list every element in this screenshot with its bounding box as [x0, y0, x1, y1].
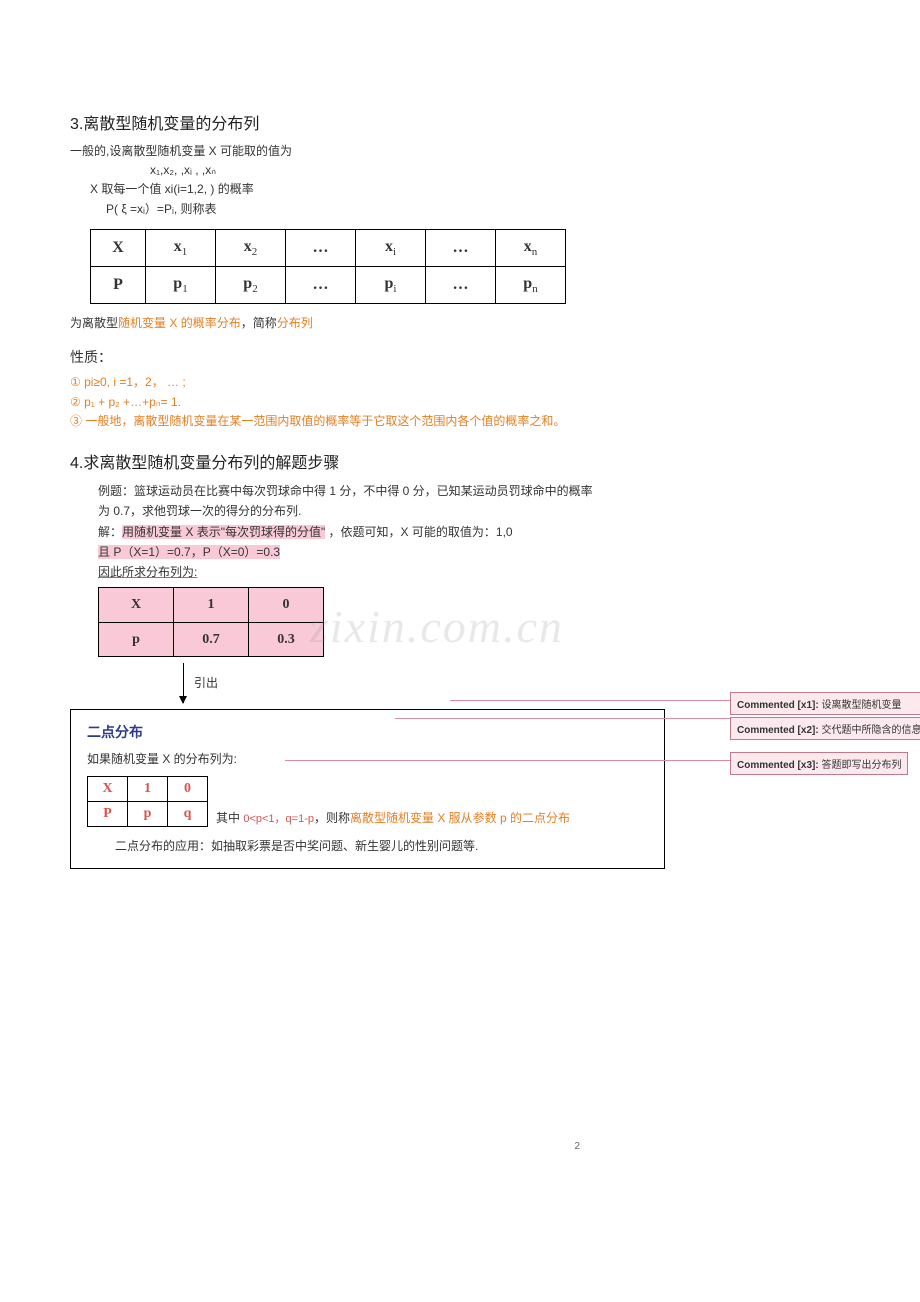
- box-title: 二点分布: [87, 722, 648, 742]
- solution-line2: 且 P（X=1）=0.7，P（X=0）=0.3: [98, 542, 680, 562]
- comment-stack: Commented [x3]: 答题即写出分布列: [730, 752, 908, 777]
- table-cell: p: [99, 622, 174, 657]
- properties-heading: 性质：: [70, 347, 680, 367]
- table-cell: 0: [168, 776, 208, 801]
- para-3d: 为离散型随机变量 X 的概率分布，简称分布列: [70, 314, 680, 333]
- comment-text: 交代题中所隐含的信息: [819, 725, 920, 736]
- two-point-box: 二点分布 如果随机变量 X 的分布列为: X 1 0 P p q: [70, 709, 665, 868]
- comment-lead-line: [450, 700, 730, 701]
- property-3: ③ 一般地，离散型随机变量在某一范围内取值的概率等于它取这个范围内各个值的概率之…: [70, 412, 680, 431]
- comment-lead-line: [285, 760, 730, 761]
- para-3a: 一般的,设离散型随机变量 X 可能取的值为: [70, 142, 680, 161]
- text-orange: 离散型随机变量 X 服从参数 p 的二点分布: [350, 811, 570, 825]
- box-p3: 二点分布的应用：如抽取彩票是否中奖问题、新生婴儿的性别问题等.: [87, 837, 648, 856]
- comment-3: Commented [x3]: 答题即写出分布列: [730, 752, 908, 775]
- table-cell: P: [91, 266, 146, 303]
- table-cell: …: [286, 229, 356, 266]
- para-3b: X 取每一个值 xi(i=1,2, ) 的概率: [70, 180, 680, 199]
- highlight-1: 用随机变量 X 表示"每次罚球得的分值": [122, 525, 325, 539]
- highlight-2: 且 P（X=1）=0.7，P（X=0）=0.3: [98, 545, 280, 559]
- arrow-label: 引出: [194, 673, 218, 693]
- table-cell: X: [99, 587, 174, 622]
- comment-text: 设离散型随机变量: [819, 700, 902, 711]
- heading-3: 3.离散型随机变量的分布列: [70, 110, 680, 134]
- comment-text: 答题即写出分布列: [819, 760, 902, 771]
- arrow-wrap: 引出: [183, 663, 680, 703]
- table-cell: …: [286, 266, 356, 303]
- example-line1: 例题：篮球运动员在比赛中每次罚球命中得 1 分，不中得 0 分，已知某运动员罚球…: [98, 481, 680, 501]
- text: ，则称: [314, 811, 350, 825]
- text: 其中: [216, 811, 243, 825]
- table-cell: X: [88, 776, 128, 801]
- table-cell: p: [128, 801, 168, 826]
- comment-1: Commented [x1]: 设离散型随机变量: [730, 692, 920, 715]
- comment-lead-line: [395, 718, 730, 719]
- comment-2: Commented [x2]: 交代题中所隐含的信息: [730, 717, 920, 740]
- text-orange: 随机变量 X 的概率分布: [118, 316, 241, 330]
- table-cell: 1: [128, 776, 168, 801]
- table-cell: P: [88, 801, 128, 826]
- example-block: 例题：篮球运动员在比赛中每次罚球命中得 1 分，不中得 0 分，已知某运动员罚球…: [70, 481, 680, 704]
- comment-label: Commented [x3]:: [737, 760, 819, 771]
- table-cell: …: [426, 229, 496, 266]
- comment-label: Commented [x2]:: [737, 725, 819, 736]
- table-cell: q: [168, 801, 208, 826]
- table-cell: p2: [216, 266, 286, 303]
- table-cell: 0.3: [249, 622, 324, 657]
- box-p2: 其中 0<p<1，q=1-p，则称离散型随机变量 X 服从参数 p 的二点分布: [216, 809, 570, 833]
- property-2: ② p₁ + p₂ +…+pₙ= 1.: [70, 393, 680, 412]
- para-3c: P( ξ =xᵢ）=Pᵢ, 则称表: [70, 200, 680, 219]
- solution-line3: 因此所求分布列为:: [98, 562, 680, 582]
- para-3-values: x₁,x₂, ,xᵢ , ,xₙ: [70, 161, 680, 180]
- table-cell: xn: [496, 229, 566, 266]
- text-red: 0<p<1，q=1-p: [243, 813, 314, 825]
- arrow-down-icon: [183, 663, 184, 703]
- solution-table: X 1 0 p 0.7 0.3: [98, 587, 324, 658]
- heading-4: 4.求离散型随机变量分布列的解题步骤: [70, 449, 680, 473]
- table-cell: 0.7: [174, 622, 249, 657]
- table-cell: pi: [356, 266, 426, 303]
- text-orange: 分布列: [277, 316, 313, 330]
- table-cell: pn: [496, 266, 566, 303]
- property-1: ① pi≥0, i =1，2， … ;: [70, 373, 680, 392]
- comment-stack: Commented [x1]: 设离散型随机变量 Commented [x2]:…: [730, 692, 920, 742]
- distribution-table: X x1 x2 … xi … xn P p1 p2 … pi … pn: [90, 229, 566, 304]
- table-cell: p1: [146, 266, 216, 303]
- comment-label: Commented [x1]:: [737, 700, 819, 711]
- properties: 性质： ① pi≥0, i =1，2， … ; ② p₁ + p₂ +…+pₙ=…: [70, 347, 680, 431]
- text: 解：: [98, 525, 122, 539]
- table-cell: xi: [356, 229, 426, 266]
- table-cell: 1: [174, 587, 249, 622]
- text: ，简称: [241, 316, 277, 330]
- table-cell: x1: [146, 229, 216, 266]
- mini-table: X 1 0 P p q: [87, 776, 208, 827]
- example-line2: 为 0.7，求他罚球一次的得分的分布列.: [98, 501, 680, 521]
- text: 为离散型: [70, 316, 118, 330]
- solution-line1: 解：用随机变量 X 表示"每次罚球得的分值" ，依题可知，X 可能的取值为：1,…: [98, 522, 680, 542]
- table-cell: …: [426, 266, 496, 303]
- page-number: 2: [574, 1141, 580, 1152]
- table-cell: 0: [249, 587, 324, 622]
- table-cell: x2: [216, 229, 286, 266]
- text: ，依题可知，X 可能的取值为：1,0: [325, 525, 512, 539]
- table-cell: X: [91, 229, 146, 266]
